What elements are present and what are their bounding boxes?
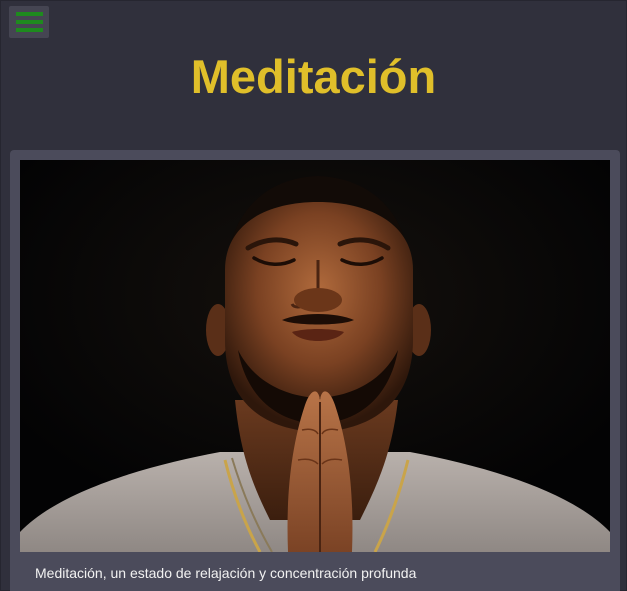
page: Meditación Meditación, un estado de rela…: [0, 0, 627, 591]
photo-caption: Meditación, un estado de relajación y co…: [35, 565, 417, 581]
hamburger-menu-icon-bar: [15, 28, 43, 32]
meditation-photo: [20, 160, 610, 552]
hamburger-menu-icon-bar: [15, 20, 43, 24]
page-title: Meditación: [190, 50, 437, 103]
meditation-photo-illustration: [20, 160, 610, 552]
photo-card: Meditación, un estado de relajación y co…: [10, 150, 620, 591]
hamburger-menu-icon: [15, 12, 43, 16]
menu-button[interactable]: [9, 6, 49, 38]
